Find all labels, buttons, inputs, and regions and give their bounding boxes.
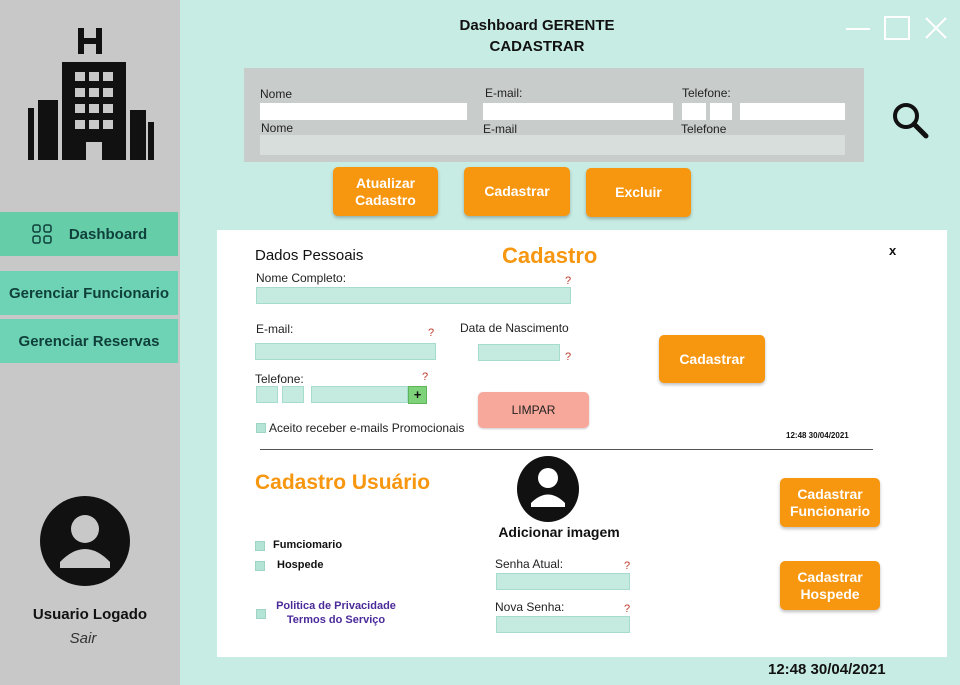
- terms-link[interactable]: Termos do Serviço: [262, 614, 410, 626]
- nova-senha-input[interactable]: [496, 616, 630, 633]
- nome-completo-label: Nome Completo:: [256, 271, 347, 285]
- sidebar-item-label: Dashboard: [68, 225, 148, 243]
- hospede-checkbox[interactable]: [255, 561, 265, 571]
- privacy-link[interactable]: Politica de Privacidade: [262, 600, 410, 612]
- col-nome: Nome: [261, 121, 294, 135]
- avatar: [40, 496, 130, 586]
- excluir-button[interactable]: Excluir: [586, 168, 691, 217]
- sidebar-item-dashboard[interactable]: Dashboard: [0, 212, 178, 256]
- required-mark: ?: [624, 560, 631, 572]
- senha-atual-label: Senha Atual:: [495, 557, 564, 571]
- col-email: E-mail: [483, 122, 518, 136]
- panel-close-icon[interactable]: x: [889, 243, 896, 258]
- col-telefone: Telefone: [681, 122, 727, 136]
- panel-timestamp: 12:48 30/04/2021: [786, 431, 849, 440]
- required-mark: ?: [565, 351, 572, 363]
- atualizar-cadastro-button[interactable]: Atualizar Cadastro: [333, 167, 438, 216]
- sidebar-item-label: Gerenciar Funcionario: [8, 284, 170, 302]
- search-telefone-label: Telefone:: [682, 86, 731, 100]
- funcionario-label: Fumciomario: [273, 539, 343, 551]
- minimize-icon[interactable]: [846, 28, 870, 30]
- hospede-label: Hospede: [277, 559, 324, 571]
- section-label: Dados Pessoais: [255, 247, 364, 264]
- cadastrar-hospede-button[interactable]: Cadastrar Hospede: [780, 561, 880, 610]
- add-image-label[interactable]: Adicionar imagem: [480, 524, 638, 540]
- add-phone-button[interactable]: +: [408, 386, 427, 404]
- telefone-ddd-input[interactable]: [282, 386, 304, 403]
- close-icon[interactable]: [924, 16, 948, 40]
- nova-senha-label: Nova Senha:: [495, 600, 565, 614]
- usuario-title: Cadastro Usuário: [255, 471, 431, 494]
- footer-timestamp: 12:48 30/04/2021: [768, 661, 886, 678]
- search-nome-input[interactable]: [260, 103, 467, 120]
- email-label: E-mail:: [256, 322, 294, 336]
- hotel-logo-icon: [28, 28, 154, 160]
- divider: [260, 449, 873, 450]
- nome-completo-input[interactable]: [256, 287, 571, 304]
- cadastrar-funcionario-button[interactable]: Cadastrar Funcionario: [780, 478, 880, 527]
- user-name: Usuario Logado: [32, 606, 148, 623]
- search-email-input[interactable]: [483, 103, 673, 120]
- sidebar-item-gerenciar-funcionario[interactable]: Gerenciar Funcionario: [0, 271, 178, 315]
- sidebar-item-gerenciar-reservas[interactable]: Gerenciar Reservas: [0, 319, 178, 363]
- dashboard-icon: [32, 224, 52, 244]
- telefone-ddi-input[interactable]: [256, 386, 278, 403]
- senha-atual-input[interactable]: [496, 573, 630, 590]
- search-telefone-input[interactable]: [740, 103, 845, 120]
- required-mark: ?: [422, 371, 429, 383]
- limpar-button[interactable]: LIMPAR: [478, 392, 589, 428]
- promo-checkbox[interactable]: [256, 423, 266, 433]
- required-mark: ?: [428, 327, 435, 339]
- required-mark: ?: [624, 603, 631, 615]
- nascimento-label: Data de Nascimento: [460, 321, 569, 335]
- user-image-icon[interactable]: [517, 456, 579, 522]
- cadastro-title: Cadastro: [502, 243, 598, 268]
- nascimento-input[interactable]: [478, 344, 560, 361]
- email-input[interactable]: [255, 343, 436, 360]
- maximize-icon[interactable]: [884, 16, 910, 40]
- search-ddi-input[interactable]: [682, 103, 706, 120]
- cadastrar-button[interactable]: Cadastrar: [464, 167, 570, 216]
- cadastrar-dados-button[interactable]: Cadastrar: [659, 335, 765, 383]
- logout-link[interactable]: Sair: [0, 630, 166, 647]
- promo-label: Aceito receber e-mails Promocionais: [269, 421, 465, 435]
- search-icon[interactable]: [890, 100, 930, 140]
- telefone-input[interactable]: [311, 386, 408, 403]
- required-mark: ?: [565, 275, 572, 287]
- search-nome-label: Nome: [260, 87, 293, 101]
- search-email-label: E-mail:: [485, 86, 523, 100]
- telefone-label: Telefone:: [255, 372, 304, 386]
- search-results-row[interactable]: [260, 135, 845, 155]
- search-ddd-input[interactable]: [710, 103, 732, 120]
- sidebar-item-label: Gerenciar Reservas: [18, 332, 160, 350]
- page-title: Dashboard GERENTE: [459, 17, 615, 34]
- page-subtitle: CADASTRAR: [489, 38, 585, 55]
- funcionario-checkbox[interactable]: [255, 541, 265, 551]
